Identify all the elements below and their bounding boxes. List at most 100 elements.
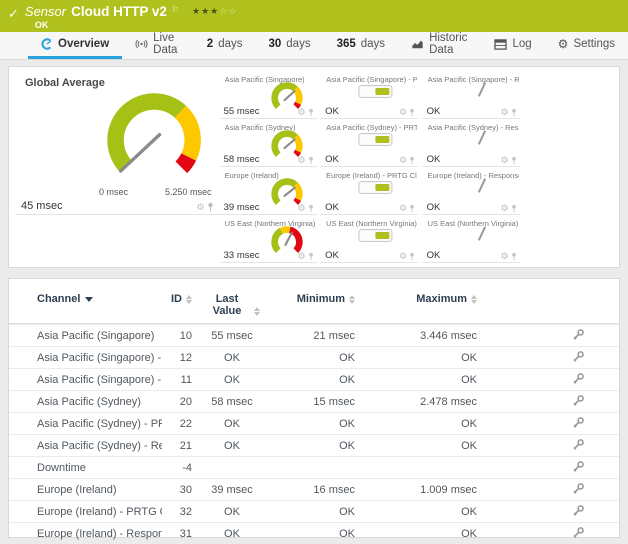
tab-365-days[interactable]: 365days bbox=[324, 32, 398, 59]
gear-icon[interactable]: ⚙ bbox=[399, 156, 407, 165]
table-row[interactable]: Asia Pacific (Singapore) 10 55 msec 21 m… bbox=[9, 324, 619, 346]
cell-minimum: OK bbox=[272, 352, 355, 364]
pin-icon[interactable] bbox=[409, 252, 415, 261]
channel-tile[interactable]: US West (Northern California)... bbox=[117, 263, 214, 268]
gear-icon[interactable]: ⚙ bbox=[399, 204, 407, 213]
table-row[interactable]: Asia Pacific (Singapore) - ... 12 OK OK … bbox=[9, 346, 619, 368]
pin-icon[interactable] bbox=[409, 108, 415, 117]
channel-settings-icon[interactable] bbox=[572, 350, 585, 363]
channel-switch bbox=[358, 85, 392, 98]
table-body: Asia Pacific (Singapore) 10 55 msec 21 m… bbox=[9, 324, 619, 544]
channel-settings-icon[interactable] bbox=[572, 438, 585, 451]
channel-tile[interactable]: US East (Northern Virginia) - ... bbox=[423, 215, 520, 263]
channel-tile[interactable]: US West (Northern California) bbox=[15, 263, 112, 268]
column-header-id[interactable]: ID bbox=[162, 293, 192, 305]
global-average-tile[interactable]: Global Average 0 msec 5.250 msec 45 msec… bbox=[15, 71, 220, 215]
cell-maximum: 1.009 msec bbox=[355, 484, 477, 496]
channel-tile-value: OK bbox=[427, 154, 441, 165]
channel-tile[interactable]: Europe (Ireland) bbox=[220, 167, 317, 215]
channel-tile[interactable]: Asia Pacific (Sydney) - PRTG ... bbox=[321, 119, 418, 167]
gear-icon[interactable]: ⚙ bbox=[298, 156, 306, 165]
cell-maximum: OK bbox=[355, 418, 477, 430]
cell-channel: Europe (Ireland) - PRTG Cl... bbox=[37, 506, 162, 518]
cell-minimum: 16 msec bbox=[272, 484, 355, 496]
pin-icon[interactable] bbox=[511, 204, 517, 213]
priority-stars[interactable]: ★★★☆☆ bbox=[192, 6, 237, 17]
pin-icon[interactable] bbox=[511, 252, 517, 261]
tab-overview[interactable]: Overview bbox=[28, 32, 122, 59]
pin-icon[interactable] bbox=[409, 204, 415, 213]
channel-settings-icon[interactable] bbox=[572, 504, 585, 517]
channel-tile[interactable]: Europe (Ireland) - Response C... bbox=[423, 167, 520, 215]
cell-channel: Asia Pacific (Singapore) bbox=[37, 330, 162, 342]
pin-icon[interactable] bbox=[308, 108, 314, 117]
table-row[interactable]: Europe (Ireland) - PRTG Cl... 32 OK OK O… bbox=[9, 500, 619, 522]
column-header-last-value[interactable]: Last Value bbox=[192, 293, 272, 317]
channel-switch bbox=[358, 229, 392, 242]
pin-icon[interactable] bbox=[511, 108, 517, 117]
pin-icon[interactable] bbox=[308, 252, 314, 261]
table-row[interactable]: Asia Pacific (Sydney) - Re... 21 OK OK O… bbox=[9, 434, 619, 456]
channel-switch bbox=[358, 133, 392, 146]
tab-30-days[interactable]: 30days bbox=[255, 32, 323, 59]
table-row[interactable]: Downtime -4 bbox=[9, 456, 619, 478]
gear-icon[interactable]: ⚙ bbox=[298, 252, 306, 261]
channel-settings-icon[interactable] bbox=[572, 416, 585, 429]
tab-2-days[interactable]: 2days bbox=[194, 32, 256, 59]
channel-tile[interactable]: US East (Northern Virginia) bbox=[220, 215, 317, 263]
channel-tile[interactable]: US West (Northern California)... bbox=[218, 263, 315, 268]
channel-tile-value: 58 msec bbox=[224, 154, 260, 165]
gear-icon[interactable]: ⚙ bbox=[501, 156, 509, 165]
gear-icon[interactable]: ⚙ bbox=[399, 108, 407, 117]
column-header-maximum[interactable]: Maximum bbox=[355, 293, 477, 305]
column-header-channel[interactable]: Channel bbox=[37, 293, 162, 305]
cell-minimum: 15 msec bbox=[272, 396, 355, 408]
table-row[interactable]: Asia Pacific (Sydney) - PR... 22 OK OK O… bbox=[9, 412, 619, 434]
gear-icon[interactable]: ⚙ bbox=[298, 108, 306, 117]
tab-log[interactable]: Log bbox=[481, 32, 544, 59]
gear-icon[interactable]: ⚙ bbox=[298, 204, 306, 213]
cell-last-value: OK bbox=[192, 374, 272, 386]
cell-last-value: OK bbox=[192, 528, 272, 540]
gear-icon[interactable]: ⚙ bbox=[399, 252, 407, 261]
cell-id: -4 bbox=[162, 462, 192, 474]
pin-icon[interactable] bbox=[207, 202, 214, 212]
gear-icon[interactable]: ⚙ bbox=[197, 203, 205, 212]
tab-settings[interactable]: ⚙ Settings bbox=[545, 32, 628, 59]
gear-icon[interactable]: ⚙ bbox=[501, 252, 509, 261]
channel-tile[interactable]: Asia Pacific (Sydney) bbox=[220, 119, 317, 167]
table-row[interactable]: Europe (Ireland) 30 39 msec 16 msec 1.00… bbox=[9, 478, 619, 500]
tab-live-data[interactable]: Live Data bbox=[122, 32, 194, 59]
gear-icon[interactable]: ⚙ bbox=[501, 108, 509, 117]
gear-icon[interactable]: ⚙ bbox=[501, 204, 509, 213]
pin-icon[interactable] bbox=[409, 156, 415, 165]
channel-settings-icon[interactable] bbox=[572, 394, 585, 407]
channel-tile[interactable]: US East (Northern Virginia) - ... bbox=[321, 215, 418, 263]
tab-historic-data[interactable]: Historic Data bbox=[398, 32, 481, 59]
channel-settings-icon[interactable] bbox=[572, 372, 585, 385]
channel-tile[interactable]: Asia Pacific (Sydney) - Respo... bbox=[423, 119, 520, 167]
channel-tile[interactable]: Asia Pacific (Singapore) - PR... bbox=[321, 71, 418, 119]
pin-icon[interactable] bbox=[308, 204, 314, 213]
channel-tile-title: Europe (Ireland) - Response C... bbox=[428, 171, 519, 180]
channel-tile[interactable]: Asia Pacific (Singapore) bbox=[220, 71, 317, 119]
channel-tile[interactable]: Asia Pacific (Singapore) - Res... bbox=[423, 71, 520, 119]
flag-icon[interactable]: ⚐ bbox=[172, 5, 179, 14]
pin-icon[interactable] bbox=[511, 156, 517, 165]
column-header-minimum[interactable]: Minimum bbox=[272, 293, 355, 305]
channel-settings-icon[interactable] bbox=[572, 526, 585, 539]
channel-tile-title: US East (Northern Virginia) - ... bbox=[326, 219, 417, 228]
table-row[interactable]: Asia Pacific (Sydney) 20 58 msec 15 msec… bbox=[9, 390, 619, 412]
table-row[interactable]: Europe (Ireland) - Respon... 31 OK OK OK bbox=[9, 522, 619, 544]
channel-settings-icon[interactable] bbox=[572, 328, 585, 341]
cell-last-value: OK bbox=[192, 352, 272, 364]
channel-tile[interactable]: Europe (Ireland) - PRTG Cloud... bbox=[321, 167, 418, 215]
cell-maximum: OK bbox=[355, 506, 477, 518]
mini-tiles-bottom-row: US West (Northern California) bbox=[15, 263, 619, 268]
channel-settings-icon[interactable] bbox=[572, 460, 585, 473]
table-row[interactable]: Asia Pacific (Singapore) - ... 11 OK OK … bbox=[9, 368, 619, 390]
sort-icon bbox=[254, 307, 260, 316]
pin-icon[interactable] bbox=[308, 156, 314, 165]
channel-settings-icon[interactable] bbox=[572, 482, 585, 495]
status-check-icon: ✓ bbox=[8, 6, 19, 22]
